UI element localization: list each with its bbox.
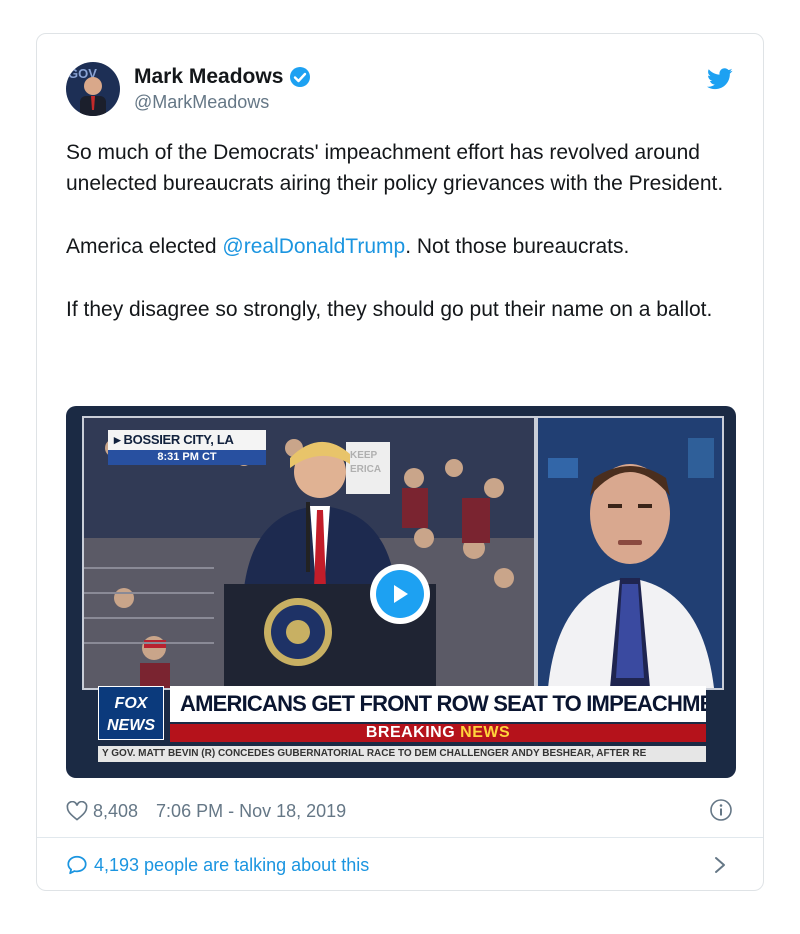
tweet-text-before-mention: America elected (66, 235, 223, 258)
tweet-header: GOV Mark Meadows @MarkMeadows (66, 62, 735, 122)
breaking-label: BREAKING (365, 724, 456, 741)
divider (37, 837, 763, 838)
tweet-meta: 8,408 7:06 PM - Nov 18, 2019 (66, 796, 735, 826)
speech-bubble-icon (67, 855, 87, 875)
logo-line-2: NEWS (107, 717, 155, 734)
display-name[interactable]: Mark Meadows (134, 65, 283, 89)
logo-line-1: FOX (114, 695, 148, 712)
verified-badge-icon (289, 66, 311, 88)
handle[interactable]: @MarkMeadows (134, 92, 311, 113)
location-box: ▸ BOSSIER CITY, LA 8:31 PM CT (108, 430, 266, 468)
video-media[interactable]: KEEP ERICA ▸ BOSSIER CITY, LA 8:31 PM CT… (66, 406, 736, 778)
tweet-card: GOV Mark Meadows @MarkMeadows So much of… (36, 33, 764, 891)
svg-text:ERICA: ERICA (350, 464, 381, 475)
info-icon[interactable] (709, 798, 733, 822)
tweet-paragraph-3: If they disagree so strongly, they shoul… (66, 298, 713, 321)
fox-news-logo: FOX NEWS (98, 686, 164, 740)
conversation-link[interactable]: 4,193 people are talking about this (66, 850, 735, 880)
chevron-right-icon[interactable] (713, 855, 727, 875)
tweet-paragraph-1: So much of the Democrats' impeachment ef… (66, 141, 724, 195)
mention-link[interactable]: @realDonaldTrump (222, 235, 405, 258)
location-text: BOSSIER CITY, LA (123, 432, 234, 447)
breaking-news-banner: BREAKING NEWS (170, 724, 706, 742)
news-lower-third: FOX NEWS AMERICANS GET FRONT ROW SEAT TO… (98, 686, 706, 764)
tweet-paragraph-2: America elected @realDonaldTrump. Not th… (66, 231, 746, 262)
location-label: ▸ BOSSIER CITY, LA (108, 430, 266, 450)
play-button[interactable] (370, 564, 430, 624)
news-headline: AMERICANS GET FRONT ROW SEAT TO IMPEACHM… (170, 686, 706, 722)
author-names: Mark Meadows @MarkMeadows (134, 65, 311, 113)
breaking-news-label: NEWS (460, 724, 511, 741)
heart-icon[interactable] (66, 801, 88, 821)
rally-video-panel: KEEP ERICA ▸ BOSSIER CITY, LA 8:31 PM CT (82, 416, 536, 690)
guest-video-panel (536, 416, 724, 690)
play-icon[interactable] (376, 570, 424, 618)
talking-text[interactable]: 4,193 people are talking about this (94, 855, 369, 876)
news-ticker: Y GOV. MATT BEVIN (R) CONCEDES GUBERNATO… (98, 746, 706, 762)
twitter-bird-icon[interactable] (707, 68, 733, 90)
tweet-timestamp[interactable]: 7:06 PM - Nov 18, 2019 (156, 801, 346, 822)
crowd-sign-text: KEEP (350, 450, 378, 461)
tweet-text-after-mention: . Not those bureaucrats. (405, 235, 630, 258)
avatar[interactable]: GOV (66, 62, 120, 116)
local-time-label: 8:31 PM CT (108, 450, 266, 465)
like-count[interactable]: 8,408 (93, 801, 138, 822)
tweet-text: So much of the Democrats' impeachment ef… (66, 137, 746, 357)
